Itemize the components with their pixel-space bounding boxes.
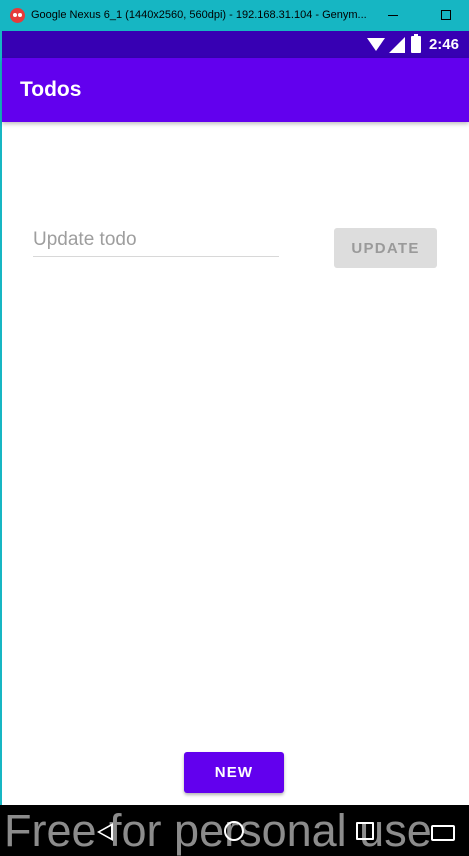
recents-button[interactable] [341,805,389,856]
recents-icon [356,822,374,840]
battery-icon [410,34,421,53]
window-title: Google Nexus 6_1 (1440x2560, 560dpi) - 1… [31,9,367,21]
status-bar: 2:46 [2,31,469,58]
keyboard-icon [431,825,455,841]
system-nav-bar [0,805,469,856]
back-button[interactable] [83,805,131,856]
window-title-bar: Google Nexus 6_1 (1440x2560, 560dpi) - 1… [0,0,469,31]
signal-icon [388,36,405,53]
wifi-icon [366,38,385,51]
status-time: 2:46 [428,36,459,53]
minimize-icon[interactable] [373,0,413,31]
home-button[interactable] [210,805,258,856]
genymotion-app-icon [10,8,25,23]
update-button[interactable]: UPDATE [334,228,437,268]
page-title: Todos [20,78,82,101]
new-todo-button[interactable]: NEW [184,752,284,793]
back-icon [97,823,113,841]
update-todo-input[interactable] [33,224,279,257]
app-bar: Todos [2,58,469,122]
maximize-icon[interactable] [426,0,466,31]
home-icon [224,821,244,841]
keyboard-switch-button[interactable] [421,805,469,856]
window-border [0,31,2,856]
